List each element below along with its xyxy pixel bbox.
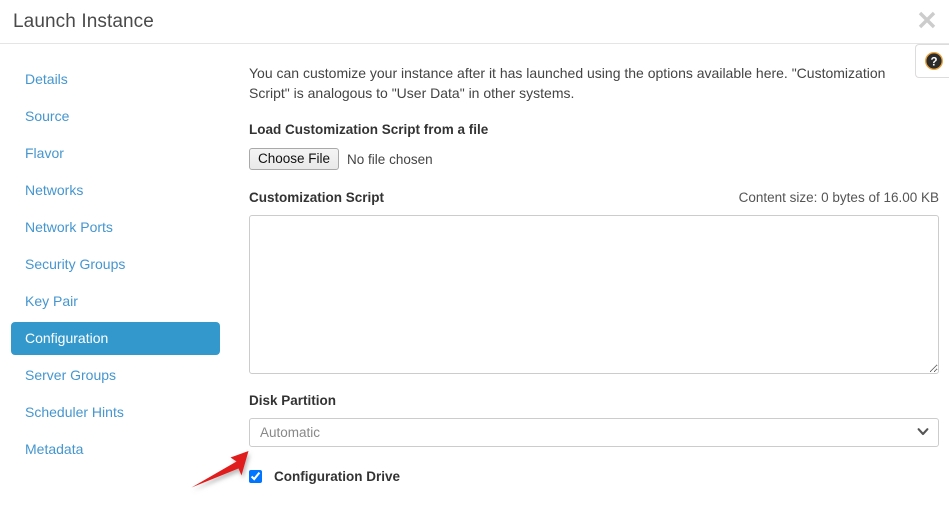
configuration-panel: You can customize your instance after it… [249,45,939,512]
file-input-row: Choose File No file chosen [249,148,939,170]
disk-partition-wrapper: Automatic [249,418,939,447]
sidebar-item-metadata[interactable]: Metadata [11,433,220,466]
modal-header: Launch Instance [0,0,949,44]
load-script-label: Load Customization Script from a file [249,122,489,137]
content-size-text: Content size: 0 bytes of 16.00 KB [738,190,939,205]
sidebar-item-key-pair[interactable]: Key Pair [11,285,220,318]
configuration-drive-checkbox[interactable] [249,470,262,483]
customization-script-header: Customization Script Content size: 0 byt… [249,189,939,207]
configuration-drive-row: Configuration Drive [249,469,939,484]
configuration-drive-label: Configuration Drive [274,469,401,484]
wizard-sidebar: Details Source Flavor Networks Network P… [0,45,232,512]
sidebar-item-scheduler-hints[interactable]: Scheduler Hints [11,396,220,429]
close-icon[interactable] [915,8,939,32]
intro-text: You can customize your instance after it… [249,65,886,101]
page-title: Launch Instance [13,11,154,32]
no-file-chosen-text: No file chosen [347,151,433,167]
choose-file-button[interactable]: Choose File [249,148,340,170]
disk-partition-select[interactable]: Automatic [249,418,939,447]
sidebar-item-source[interactable]: Source [11,100,220,133]
sidebar-item-network-ports[interactable]: Network Ports [11,211,220,244]
customization-script-input[interactable] [249,215,939,374]
sidebar-item-networks[interactable]: Networks [11,174,220,207]
customization-script-label: Customization Script [249,190,385,205]
sidebar-item-configuration[interactable]: Configuration [11,322,220,355]
sidebar-item-flavor[interactable]: Flavor [11,137,220,170]
sidebar-item-server-groups[interactable]: Server Groups [11,359,220,392]
sidebar-item-details[interactable]: Details [11,63,220,96]
disk-partition-label: Disk Partition [249,393,337,408]
sidebar-item-security-groups[interactable]: Security Groups [11,248,220,281]
close-glyph [918,11,936,29]
